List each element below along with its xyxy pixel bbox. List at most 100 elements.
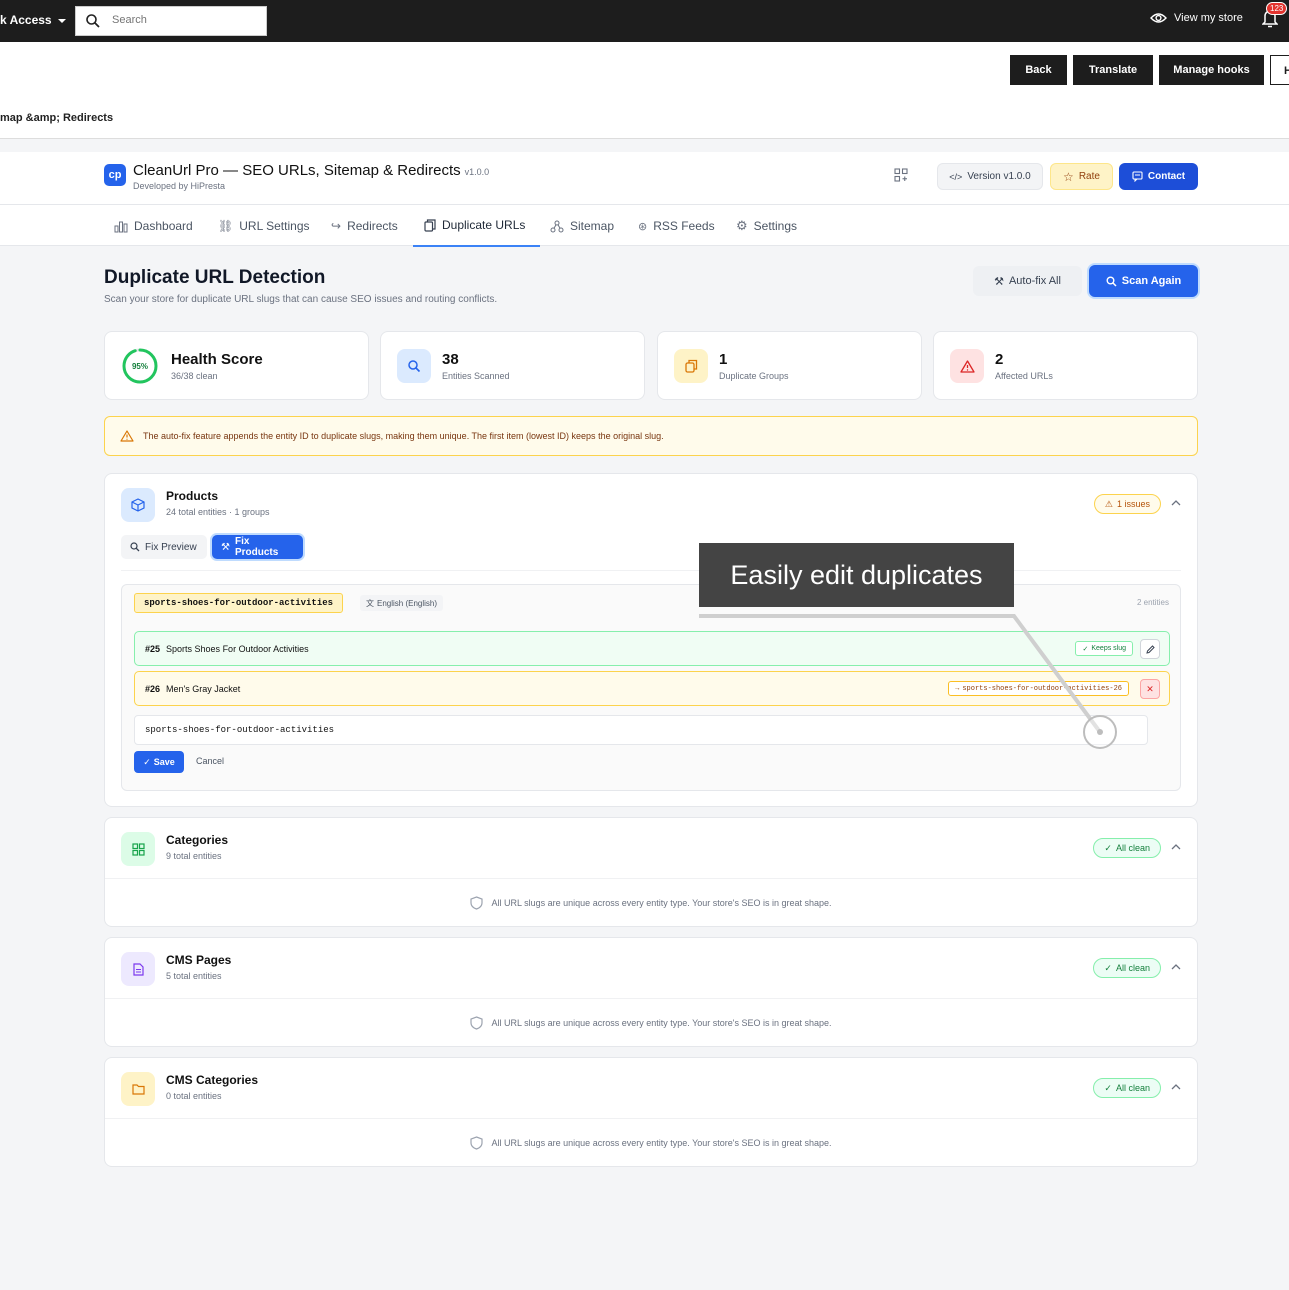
section-cms-pages: CMS Pages 5 total entities ✓ All clean Al… xyxy=(104,937,1198,1047)
cancel-button[interactable]: Cancel xyxy=(196,756,224,766)
search-input[interactable] xyxy=(112,14,252,26)
entities-scanned-label: Entities Scanned xyxy=(442,371,510,381)
slug-edit-input[interactable] xyxy=(134,715,1148,745)
section-cms-pages-sub: 5 total entities xyxy=(166,971,222,981)
file-text-icon xyxy=(121,952,155,986)
fix-products-label: Fix Products xyxy=(234,536,279,558)
section-categories: Categories 9 total entities ✓ All clean A… xyxy=(104,817,1198,927)
chevron-up-icon[interactable] xyxy=(1171,499,1181,506)
eye-icon xyxy=(1150,13,1167,23)
duplicate-groups-label: Duplicate Groups xyxy=(719,371,789,381)
duplicate-group: sports-shoes-for-outdoor-activities 文 Eng… xyxy=(121,584,1181,791)
clean-message-text: All URL slugs are unique across every en… xyxy=(491,897,832,908)
new-slug-badge: → sports-shoes-for-outdoor-activities-26 xyxy=(948,681,1129,696)
keeps-slug-label: Keeps slug xyxy=(1091,645,1126,652)
bar-chart-icon xyxy=(114,221,128,232)
contact-label: Contact xyxy=(1147,171,1186,182)
apps-grid-icon[interactable] xyxy=(894,168,908,182)
tab-duplicate-urls-label: Duplicate URLs xyxy=(442,218,526,232)
pencil-icon xyxy=(1145,644,1155,654)
all-clean-label: All clean xyxy=(1115,963,1150,973)
redirect-arrow-icon: ↪ xyxy=(331,219,342,233)
tab-settings[interactable]: ⚙ Settings xyxy=(736,205,797,247)
star-icon: ☆ xyxy=(1063,169,1074,184)
shield-icon xyxy=(470,1135,484,1150)
folder-icon xyxy=(121,1072,155,1106)
clean-message: All URL slugs are unique across every en… xyxy=(105,998,1197,1046)
affected-urls-label: Affected URLs xyxy=(995,371,1053,381)
search-icon xyxy=(397,349,431,383)
fix-preview-label: Fix Preview xyxy=(145,541,197,553)
quick-access-menu[interactable]: k Access xyxy=(0,13,66,27)
manage-hooks-button[interactable]: Manage hooks xyxy=(1159,55,1264,85)
section-categories-title: Categories xyxy=(166,833,229,847)
language-label: English (English) xyxy=(377,598,438,608)
check-icon: ✓ xyxy=(1104,1082,1112,1093)
all-clean-badge: ✓ All clean xyxy=(1093,958,1161,978)
affected-urls-value: 2 xyxy=(995,351,1004,368)
tab-sitemap[interactable]: Sitemap xyxy=(550,205,614,247)
back-button[interactable]: Back xyxy=(1010,55,1067,85)
contact-button[interactable]: Contact xyxy=(1119,163,1198,190)
rss-icon: ⊛ xyxy=(638,220,648,233)
all-clean-label: All clean xyxy=(1115,843,1150,853)
save-button[interactable]: ✓ Save xyxy=(134,751,184,773)
autofix-info-text: The auto-fix feature appends the entity … xyxy=(143,431,664,441)
tab-url-settings[interactable]: ⛓ URL Settings xyxy=(218,205,310,247)
tab-url-settings-label: URL Settings xyxy=(239,219,310,233)
clean-message-text: All URL slugs are unique across every en… xyxy=(491,1017,832,1028)
divider xyxy=(121,570,1181,571)
search-icon xyxy=(130,542,140,552)
search-box[interactable] xyxy=(75,6,267,36)
section-cms-pages-title: CMS Pages xyxy=(166,953,232,967)
rate-button[interactable]: ☆ Rate xyxy=(1050,163,1113,190)
warning-triangle-icon xyxy=(950,349,984,383)
view-my-store-link[interactable]: View my store xyxy=(1150,12,1243,24)
scan-again-label: Scan Again xyxy=(1121,275,1182,287)
translate-button[interactable]: Translate xyxy=(1073,55,1153,85)
copy-icon xyxy=(674,349,708,383)
tab-settings-label: Settings xyxy=(753,219,798,233)
tab-redirects[interactable]: ↪ Redirects xyxy=(331,205,398,247)
entities-scanned-value: 38 xyxy=(442,351,459,368)
scan-again-button[interactable]: Scan Again xyxy=(1089,265,1198,297)
notifications-button[interactable]: 123 xyxy=(1261,2,1288,33)
edit-slug-button[interactable] xyxy=(1140,639,1160,659)
section-products-title: Products xyxy=(166,489,219,503)
chevron-up-icon[interactable] xyxy=(1171,963,1181,970)
tab-dashboard[interactable]: Dashboard xyxy=(114,205,193,247)
health-score-label: 36/38 clean xyxy=(171,371,218,381)
tab-duplicate-urls[interactable]: Duplicate URLs xyxy=(413,205,540,247)
magic-wand-icon: ⚒ xyxy=(994,275,1004,288)
close-edit-button[interactable]: ✕ xyxy=(1140,679,1160,699)
table-row: #26 Men's Gray Jacket → sports-shoes-for-o… xyxy=(134,671,1170,706)
stat-card-affected: 2 Affected URLs xyxy=(933,331,1198,400)
auto-fix-all-button[interactable]: ⚒ Auto-fix All xyxy=(973,266,1082,296)
entity-name: Men's Gray Jacket xyxy=(166,683,241,694)
module-developer: Developed by HiPresta xyxy=(133,181,226,191)
view-my-store-label: View my store xyxy=(1174,12,1243,24)
tab-rss-feeds[interactable]: ⊛ RSS Feeds xyxy=(638,205,715,247)
module-tabs: Dashboard ⛓ URL Settings ↪ Redirects Dupli… xyxy=(0,204,1289,247)
entity-name: Sports Shoes For Outdoor Activities xyxy=(166,643,309,654)
all-clean-badge: ✓ All clean xyxy=(1093,1078,1161,1098)
search-icon xyxy=(1106,276,1117,287)
help-button[interactable]: H xyxy=(1270,55,1289,85)
shield-icon xyxy=(470,895,484,910)
language-badge: 文 English (English) xyxy=(360,595,444,611)
callout-label: Easily edit duplicates xyxy=(699,543,1014,607)
health-ring: 95% xyxy=(122,348,158,384)
check-icon: ✓ xyxy=(1104,962,1112,973)
chevron-up-icon[interactable] xyxy=(1171,843,1181,850)
fix-preview-button[interactable]: Fix Preview xyxy=(121,535,207,559)
tab-sitemap-label: Sitemap xyxy=(570,219,615,233)
issues-badge: ⚠ 1 issues xyxy=(1093,494,1161,514)
section-cms-categories-sub: 0 total entities xyxy=(166,1091,222,1101)
version-button[interactable]: </> Version v1.0.0 xyxy=(937,163,1043,190)
arrow-right-icon: → xyxy=(955,684,960,693)
copy-icon xyxy=(424,218,436,232)
chevron-up-icon[interactable] xyxy=(1171,1083,1181,1090)
duplicate-groups-value: 1 xyxy=(719,351,728,368)
page-title: Duplicate URL Detection xyxy=(104,267,326,288)
fix-products-button[interactable]: ⚒ Fix Products xyxy=(212,535,303,559)
